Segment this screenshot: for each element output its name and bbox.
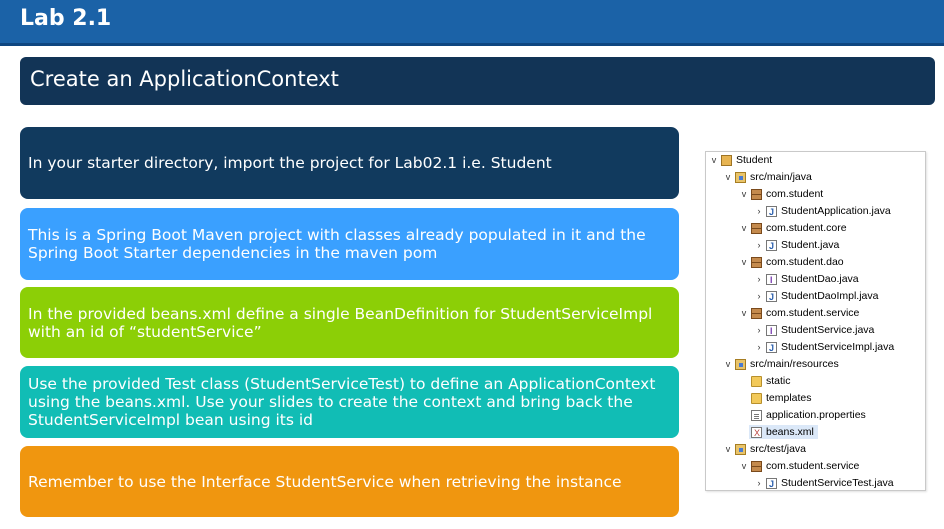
- tree-item-label: src/main/resources: [750, 358, 839, 370]
- tree-item-package[interactable]: v com.student.dao: [739, 255, 844, 269]
- tree-item-package[interactable]: v com.student.service: [739, 306, 860, 320]
- tree-item-file[interactable]: › StudentDaoImpl.java: [754, 289, 879, 304]
- chevron-down-icon[interactable]: v: [723, 442, 733, 456]
- chevron-right-icon[interactable]: ›: [754, 476, 764, 490]
- tree-item-label: com.student.service: [766, 307, 860, 319]
- tree-item-label: src/main/java: [750, 171, 812, 183]
- java-class-icon: [766, 205, 777, 219]
- tree-item-label: Student: [736, 154, 773, 166]
- tree-item-file[interactable]: › StudentServiceImpl.java: [754, 340, 895, 355]
- tree-item-label: Student.java: [781, 239, 840, 251]
- tree-item-src-main-resources[interactable]: v src/main/resources: [723, 357, 839, 371]
- step-text-1: In your starter directory, import the pr…: [28, 154, 552, 172]
- tree-item-file[interactable]: › StudentServiceTest.java: [754, 476, 894, 491]
- tree-item-file[interactable]: › StudentService.java: [754, 323, 875, 338]
- chevron-down-icon[interactable]: v: [739, 459, 749, 473]
- xml-file-icon: [751, 426, 762, 440]
- java-class-icon: [766, 290, 777, 304]
- tree-item-file[interactable]: › Student.java: [754, 238, 840, 253]
- tree-item-label: static: [766, 375, 791, 387]
- tree-item-label: beans.xml: [766, 426, 814, 438]
- tree-item-folder[interactable]: static: [749, 374, 791, 388]
- java-class-icon: [766, 477, 777, 491]
- chevron-right-icon[interactable]: ›: [754, 272, 764, 286]
- step-box-1: In your starter directory, import the pr…: [20, 127, 679, 199]
- package-icon: [751, 188, 762, 200]
- tree-item-src-test-java[interactable]: v src/test/java: [723, 442, 806, 456]
- java-class-icon: [766, 341, 777, 355]
- tree-item-label: com.student.dao: [766, 256, 844, 268]
- source-folder-icon: [735, 358, 746, 370]
- tree-item-folder[interactable]: templates: [749, 391, 812, 405]
- chevron-down-icon[interactable]: v: [723, 170, 733, 184]
- step-box-4: Use the provided Test class (StudentServ…: [20, 366, 679, 438]
- chevron-right-icon[interactable]: ›: [754, 238, 764, 252]
- title-bar: Lab 2.1: [0, 0, 944, 46]
- step-text-4: Use the provided Test class (StudentServ…: [28, 375, 656, 429]
- slide-title: Lab 2.1: [20, 6, 112, 31]
- tree-item-label: StudentApplication.java: [781, 205, 891, 217]
- folder-icon: [751, 375, 762, 387]
- chevron-right-icon[interactable]: ›: [754, 289, 764, 303]
- tree-item-label: StudentService.java: [781, 324, 875, 336]
- package-icon: [751, 460, 762, 472]
- package-icon: [751, 222, 762, 234]
- step-box-5: Remember to use the Interface StudentSer…: [20, 446, 679, 517]
- section-header: Create an ApplicationContext: [20, 57, 935, 105]
- chevron-down-icon[interactable]: v: [739, 255, 749, 269]
- project-icon: [721, 154, 732, 166]
- java-interface-icon: [766, 273, 777, 287]
- step-text-5: Remember to use the Interface StudentSer…: [28, 472, 622, 491]
- tree-item-file[interactable]: › StudentDao.java: [754, 272, 859, 287]
- tree-item-label: com.student.core: [766, 222, 847, 234]
- tree-item-label: StudentDao.java: [781, 273, 859, 285]
- source-folder-icon: [735, 443, 746, 455]
- step-text-2: This is a Spring Boot Maven project with…: [28, 226, 646, 262]
- tree-item-src-main-java[interactable]: v src/main/java: [723, 170, 812, 184]
- step-text-3: In the provided beans.xml define a singl…: [28, 304, 653, 341]
- chevron-down-icon[interactable]: v: [739, 221, 749, 235]
- step-box-3: In the provided beans.xml define a singl…: [20, 287, 679, 358]
- tree-item-file[interactable]: application.properties: [749, 408, 866, 422]
- folder-icon: [751, 392, 762, 404]
- package-icon: [751, 256, 762, 268]
- tree-item-label: application.properties: [766, 409, 866, 421]
- java-class-icon: [766, 239, 777, 253]
- tree-item-label: templates: [766, 392, 812, 404]
- section-title: Create an ApplicationContext: [30, 67, 339, 91]
- tree-item-package[interactable]: v com.student: [739, 187, 823, 201]
- chevron-down-icon[interactable]: v: [739, 187, 749, 201]
- java-interface-icon: [766, 324, 777, 338]
- project-explorer-tree: v Student v src/main/java v com.student …: [705, 151, 926, 491]
- tree-item-package[interactable]: v com.student.core: [739, 221, 847, 235]
- tree-item-label: com.student.service: [766, 460, 860, 472]
- tree-item-label: src/test/java: [750, 443, 807, 455]
- chevron-right-icon[interactable]: ›: [754, 204, 764, 218]
- tree-item-package[interactable]: v com.student.service: [739, 459, 860, 473]
- chevron-down-icon[interactable]: v: [709, 153, 719, 167]
- tree-item-label: StudentServiceTest.java: [781, 477, 894, 489]
- chevron-down-icon[interactable]: v: [739, 306, 749, 320]
- tree-item-file[interactable]: › StudentApplication.java: [754, 204, 891, 219]
- chevron-down-icon[interactable]: v: [723, 357, 733, 371]
- chevron-right-icon[interactable]: ›: [754, 323, 764, 337]
- tree-item-label: com.student: [766, 188, 824, 200]
- source-folder-icon: [735, 171, 746, 183]
- chevron-right-icon[interactable]: ›: [754, 340, 764, 354]
- tree-item-label: StudentServiceImpl.java: [781, 341, 895, 353]
- tree-item-label: StudentDaoImpl.java: [781, 290, 879, 302]
- properties-file-icon: [751, 409, 762, 421]
- step-box-2: This is a Spring Boot Maven project with…: [20, 208, 679, 280]
- package-icon: [751, 307, 762, 319]
- tree-item-beans-xml[interactable]: beans.xml: [749, 425, 818, 440]
- tree-item-project[interactable]: v Student: [709, 153, 772, 167]
